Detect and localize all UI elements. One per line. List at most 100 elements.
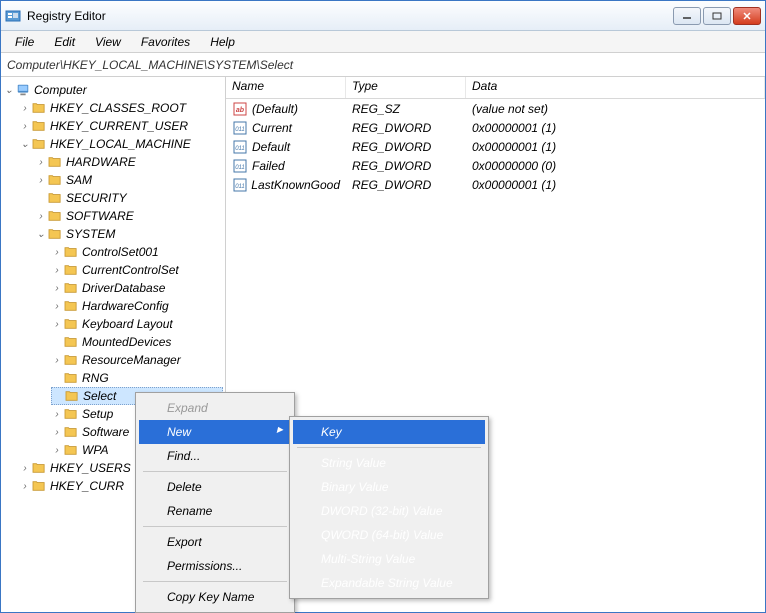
col-data[interactable]: Data (466, 77, 765, 98)
folder-icon (47, 209, 63, 223)
folder-icon (64, 389, 80, 403)
chevron-right-icon[interactable]: › (51, 247, 63, 258)
tree-item[interactable]: › DriverDatabase (51, 279, 223, 297)
chevron-right-icon[interactable]: › (51, 355, 63, 366)
ctx-item-export[interactable]: Export (139, 530, 291, 554)
tree-item[interactable]: › ControlSet001 (51, 243, 223, 261)
folder-icon (47, 173, 63, 187)
value-data: 0x00000001 (1) (466, 140, 765, 154)
tree-label: Computer (34, 83, 87, 97)
list-row[interactable]: 011FailedREG_DWORD0x00000000 (0) (226, 156, 765, 175)
chevron-down-icon[interactable]: ⌄ (35, 229, 47, 240)
window-controls (673, 7, 761, 25)
value-data: 0x00000001 (1) (466, 178, 765, 192)
tree-item[interactable]: SECURITY (35, 189, 223, 207)
titlebar[interactable]: Registry Editor (1, 1, 765, 31)
list-row[interactable]: 011CurrentREG_DWORD0x00000001 (1) (226, 118, 765, 137)
chevron-right-icon[interactable]: › (19, 103, 31, 114)
chevron-right-icon[interactable]: › (51, 265, 63, 276)
ctx-item-rename[interactable]: Rename (139, 499, 291, 523)
list-row[interactable]: 011LastKnownGoodREG_DWORD0x00000001 (1) (226, 175, 765, 194)
chevron-right-icon[interactable]: › (19, 481, 31, 492)
tree-item[interactable]: RNG (51, 369, 223, 387)
tree-item[interactable]: ›HKEY_CURRENT_USER (19, 117, 223, 135)
ctx-item-qword-64-bit-value[interactable]: QWORD (64-bit) Value (293, 523, 485, 547)
binary-value-icon: 011 (232, 158, 248, 174)
ctx-item-dword-32-bit-value[interactable]: DWORD (32-bit) Value (293, 499, 485, 523)
menu-view[interactable]: View (85, 33, 131, 51)
tree-label: Keyboard Layout (82, 317, 173, 331)
ctx-item-copy-key-name[interactable]: Copy Key Name (139, 585, 291, 609)
chevron-right-icon[interactable]: › (51, 283, 63, 294)
tree-item[interactable]: ›SAM (35, 171, 223, 189)
tree-item-computer[interactable]: ⌄ Computer (3, 81, 223, 99)
ctx-item-expandable-string-value[interactable]: Expandable String Value (293, 571, 485, 595)
svg-text:011: 011 (235, 165, 245, 171)
menu-edit[interactable]: Edit (44, 33, 85, 51)
svg-text:011: 011 (235, 146, 245, 152)
folder-icon (63, 425, 79, 439)
address-text: Computer\HKEY_LOCAL_MACHINE\SYSTEM\Selec… (7, 58, 293, 72)
col-type[interactable]: Type (346, 77, 466, 98)
chevron-right-icon[interactable]: › (51, 427, 63, 438)
menu-help[interactable]: Help (200, 33, 245, 51)
ctx-item-delete[interactable]: Delete (139, 475, 291, 499)
folder-icon (31, 119, 47, 133)
ctx-item-permissions-[interactable]: Permissions... (139, 554, 291, 578)
ctx-item-find-[interactable]: Find... (139, 444, 291, 468)
tree-item[interactable]: › Keyboard Layout (51, 315, 223, 333)
value-name: Current (252, 121, 292, 135)
tree-item[interactable]: ›ResourceManager (51, 351, 223, 369)
chevron-right-icon[interactable]: › (51, 445, 63, 456)
col-name[interactable]: Name (226, 77, 346, 98)
list-row[interactable]: ab(Default)REG_SZ(value not set) (226, 99, 765, 118)
chevron-right-icon[interactable]: › (35, 211, 47, 222)
folder-icon (63, 407, 79, 421)
menu-favorites[interactable]: Favorites (131, 33, 200, 51)
tree-item[interactable]: ›HARDWARE (35, 153, 223, 171)
folder-icon (63, 245, 79, 259)
chevron-right-icon[interactable]: › (35, 175, 47, 186)
chevron-right-icon[interactable]: › (51, 301, 63, 312)
ctx-item-multi-string-value[interactable]: Multi-String Value (293, 547, 485, 571)
tree-label: ControlSet001 (82, 245, 159, 259)
tree-label: DriverDatabase (82, 281, 165, 295)
chevron-right-icon[interactable]: › (51, 319, 63, 330)
folder-icon (31, 101, 47, 115)
chevron-down-icon[interactable]: ⌄ (19, 139, 31, 150)
list-row[interactable]: 011DefaultREG_DWORD0x00000001 (1) (226, 137, 765, 156)
folder-icon (63, 317, 79, 331)
chevron-right-icon[interactable]: › (35, 157, 47, 168)
separator (143, 581, 287, 582)
tree-item[interactable]: › SOFTWARE (35, 207, 223, 225)
ctx-item-string-value[interactable]: String Value (293, 451, 485, 475)
tree-label: Setup (82, 407, 113, 421)
maximize-button[interactable] (703, 7, 731, 25)
tree-item[interactable]: ›HKEY_CLASSES_ROOT (19, 99, 223, 117)
tree-item[interactable]: ⌄ SYSTEM (35, 225, 223, 243)
value-type: REG_DWORD (346, 121, 466, 135)
close-button[interactable] (733, 7, 761, 25)
chevron-right-icon[interactable]: › (19, 463, 31, 474)
chevron-right-icon[interactable]: › (51, 409, 63, 420)
addressbar[interactable]: Computer\HKEY_LOCAL_MACHINE\SYSTEM\Selec… (1, 53, 765, 77)
tree-item[interactable]: ⌄HKEY_LOCAL_MACHINE (19, 135, 223, 153)
ctx-item-binary-value[interactable]: Binary Value (293, 475, 485, 499)
tree-item[interactable]: ›CurrentControlSet (51, 261, 223, 279)
menu-file[interactable]: File (5, 33, 44, 51)
tree-label: SOFTWARE (66, 209, 134, 223)
folder-icon (31, 479, 47, 493)
submenu-new: Key String ValueBinary ValueDWORD (32-bit… (289, 416, 489, 599)
tree-label: SYSTEM (66, 227, 115, 241)
tree-item[interactable]: MountedDevices (51, 333, 223, 351)
minimize-button[interactable] (673, 7, 701, 25)
folder-icon (63, 263, 79, 277)
folder-icon (47, 191, 63, 205)
ctx-item-key[interactable]: Key (293, 420, 485, 444)
chevron-right-icon[interactable]: › (19, 121, 31, 132)
chevron-down-icon[interactable]: ⌄ (3, 85, 15, 96)
value-name: Default (252, 140, 290, 154)
ctx-item-new[interactable]: NewKeyString ValueBinary ValueDWORD (32-… (139, 420, 291, 444)
tree-item[interactable]: ›HardwareConfig (51, 297, 223, 315)
folder-icon (63, 353, 79, 367)
